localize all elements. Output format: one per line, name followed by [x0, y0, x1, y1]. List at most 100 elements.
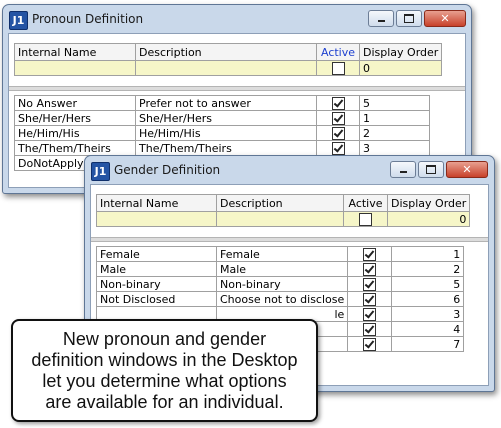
close-button[interactable]: ✕: [424, 10, 466, 27]
active-checkbox[interactable]: [363, 262, 377, 276]
active-cell[interactable]: [316, 125, 360, 141]
active-cell[interactable]: [347, 246, 393, 262]
close-button[interactable]: ✕: [446, 161, 488, 178]
minimize-icon: [399, 171, 407, 173]
grid-header-row: Internal Name Description Active Display…: [96, 194, 471, 212]
description-cell[interactable]: Choose not to disclose: [215, 291, 349, 307]
minimize-button[interactable]: [390, 161, 416, 178]
display-order-cell[interactable]: 2: [359, 125, 430, 141]
description-cell[interactable]: Female: [215, 246, 349, 262]
internal-name-cell[interactable]: Not Disclosed: [96, 291, 217, 307]
callout-line: New pronoun and gender: [62, 328, 267, 349]
grid-header-row: Internal Name Description Active Display…: [14, 43, 443, 61]
internal-name-cell[interactable]: Male: [96, 261, 217, 277]
active-cell[interactable]: [347, 321, 393, 337]
new-display-order-cell[interactable]: 0: [386, 211, 471, 227]
description-cell[interactable]: Prefer not to answer: [135, 95, 317, 111]
internal-name-cell[interactable]: The/Them/Theirs: [14, 140, 136, 156]
new-entry-row[interactable]: 0: [14, 60, 443, 76]
new-description-cell[interactable]: [216, 211, 344, 227]
minimize-icon: [377, 20, 385, 22]
internal-name-cell[interactable]: She/Her/Hers: [14, 110, 136, 126]
pronoun-window-titlebar[interactable]: J1 Pronoun Definition ✕: [3, 5, 471, 33]
active-checkbox[interactable]: [363, 307, 377, 321]
active-cell[interactable]: [347, 276, 393, 292]
column-header-active[interactable]: Active: [316, 43, 360, 61]
active-checkbox[interactable]: [331, 61, 345, 75]
active-cell[interactable]: [316, 110, 360, 126]
new-internal-name-cell[interactable]: [96, 211, 217, 227]
new-internal-name-cell[interactable]: [14, 60, 136, 76]
pronoun-header-grid: Internal Name Description Active Display…: [14, 43, 443, 76]
grid-separator: [91, 237, 488, 242]
new-description-cell[interactable]: [135, 60, 317, 76]
active-checkbox[interactable]: [331, 141, 345, 155]
active-checkbox[interactable]: [363, 337, 377, 351]
active-cell[interactable]: [347, 336, 393, 352]
gender-window-titlebar[interactable]: J1 Gender Definition ✕: [85, 156, 494, 184]
maximize-button[interactable]: [396, 10, 422, 27]
column-header-internal-name[interactable]: Internal Name: [96, 194, 217, 212]
maximize-icon: [426, 165, 436, 174]
display-order-cell[interactable]: 2: [391, 261, 465, 277]
active-cell[interactable]: [347, 261, 393, 277]
table-row[interactable]: The/Them/Theirs The/Them/Theirs 3: [14, 140, 430, 156]
active-checkbox[interactable]: [331, 126, 345, 140]
active-checkbox[interactable]: [363, 322, 377, 336]
active-cell[interactable]: [316, 140, 360, 156]
table-row[interactable]: He/Him/His He/Him/His 2: [14, 125, 430, 141]
callout-line: are available for an individual.: [45, 391, 284, 412]
display-order-cell[interactable]: 3: [391, 306, 465, 322]
description-cell[interactable]: Non-binary: [215, 276, 349, 292]
table-row[interactable]: Non-binary Non-binary 5: [96, 276, 465, 292]
description-cell[interactable]: He/Him/His: [135, 125, 317, 141]
active-cell[interactable]: [347, 306, 393, 322]
maximize-icon: [404, 14, 414, 23]
description-cell[interactable]: The/Them/Theirs: [135, 140, 317, 156]
j1-logo-icon: J1: [9, 11, 28, 30]
display-order-cell[interactable]: 3: [359, 140, 430, 156]
column-header-description[interactable]: Description: [135, 43, 317, 61]
internal-name-cell[interactable]: Non-binary: [96, 276, 217, 292]
maximize-button[interactable]: [418, 161, 444, 178]
table-row[interactable]: Not Disclosed Choose not to disclose 6: [96, 291, 465, 307]
new-active-cell[interactable]: [316, 60, 360, 76]
j1-logo-icon: J1: [91, 162, 110, 181]
close-icon: ✕: [440, 12, 450, 25]
column-header-active[interactable]: Active: [343, 194, 388, 212]
table-row[interactable]: She/Her/Hers She/Her/Hers 1: [14, 110, 430, 126]
new-display-order-cell[interactable]: 0: [358, 60, 443, 76]
active-checkbox[interactable]: [363, 292, 377, 306]
display-order-cell[interactable]: 4: [391, 321, 465, 337]
active-checkbox[interactable]: [359, 212, 372, 226]
display-order-cell[interactable]: 5: [359, 95, 430, 111]
column-header-display-order[interactable]: Display Order: [386, 194, 471, 212]
description-cell[interactable]: Male: [215, 261, 349, 277]
display-order-cell[interactable]: 6: [391, 291, 465, 307]
new-entry-row[interactable]: 0: [96, 211, 471, 227]
internal-name-cell[interactable]: No Answer: [14, 95, 136, 111]
display-order-cell[interactable]: 5: [391, 276, 465, 292]
description-cell[interactable]: She/Her/Hers: [135, 110, 317, 126]
table-row[interactable]: No Answer Prefer not to answer 5: [14, 95, 430, 111]
table-row[interactable]: Female Female 1: [96, 246, 465, 262]
table-row[interactable]: Male Male 2: [96, 261, 465, 277]
internal-name-cell[interactable]: He/Him/His: [14, 125, 136, 141]
display-order-cell[interactable]: 1: [359, 110, 430, 126]
new-active-cell[interactable]: [343, 211, 388, 227]
close-icon: ✕: [462, 163, 472, 176]
active-cell[interactable]: [347, 291, 393, 307]
internal-name-cell[interactable]: Female: [96, 246, 217, 262]
active-checkbox[interactable]: [363, 277, 377, 291]
window-title: Gender Definition: [114, 163, 221, 177]
display-order-cell[interactable]: 1: [391, 246, 465, 262]
column-header-description[interactable]: Description: [216, 194, 344, 212]
active-checkbox[interactable]: [363, 247, 377, 261]
display-order-cell[interactable]: 7: [391, 336, 465, 352]
active-cell[interactable]: [316, 95, 360, 111]
minimize-button[interactable]: [368, 10, 394, 27]
column-header-internal-name[interactable]: Internal Name: [14, 43, 136, 61]
column-header-display-order[interactable]: Display Order: [358, 43, 443, 61]
active-checkbox[interactable]: [331, 111, 345, 125]
active-checkbox[interactable]: [331, 96, 345, 110]
